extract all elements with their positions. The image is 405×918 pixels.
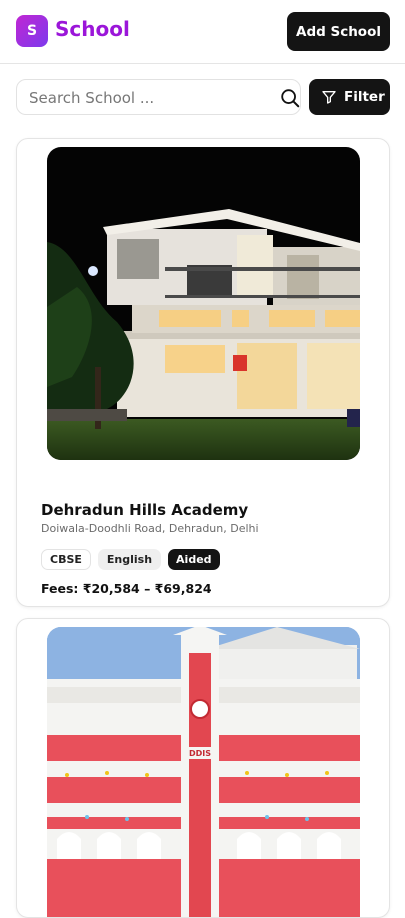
school-name[interactable]: Dehradun Hills Academy bbox=[41, 501, 248, 519]
search-input[interactable] bbox=[29, 87, 259, 109]
school-tags: CBSE English Aided bbox=[41, 549, 220, 570]
school-address: Doiwala-Doodhli Road, Dehradun, Delhi bbox=[41, 522, 259, 535]
add-school-button[interactable]: Add School bbox=[287, 12, 390, 51]
top-header: S School Add School bbox=[0, 0, 405, 64]
school-photo-night bbox=[47, 147, 360, 460]
search-field[interactable] bbox=[16, 79, 301, 115]
filter-button[interactable]: Filter bbox=[309, 79, 390, 115]
school-card[interactable]: DDIS bbox=[16, 618, 390, 918]
tag-board: CBSE bbox=[41, 549, 91, 570]
search-icon[interactable] bbox=[279, 87, 301, 109]
filter-icon bbox=[322, 91, 336, 104]
school-card[interactable]: Dehradun Hills Academy Doiwala-Doodhli R… bbox=[16, 138, 390, 607]
school-image[interactable] bbox=[47, 147, 360, 460]
tag-funding: Aided bbox=[168, 549, 220, 570]
logo-icon[interactable]: S bbox=[16, 15, 48, 47]
school-photo-day: DDIS bbox=[47, 627, 360, 917]
building-sign: DDIS bbox=[189, 749, 211, 758]
filter-label: Filter bbox=[344, 89, 385, 105]
brand-title[interactable]: School bbox=[55, 17, 130, 41]
school-image[interactable]: DDIS bbox=[47, 627, 360, 917]
school-fees: Fees: ₹20,584 – ₹69,824 bbox=[41, 581, 212, 596]
tag-language: English bbox=[97, 549, 162, 570]
